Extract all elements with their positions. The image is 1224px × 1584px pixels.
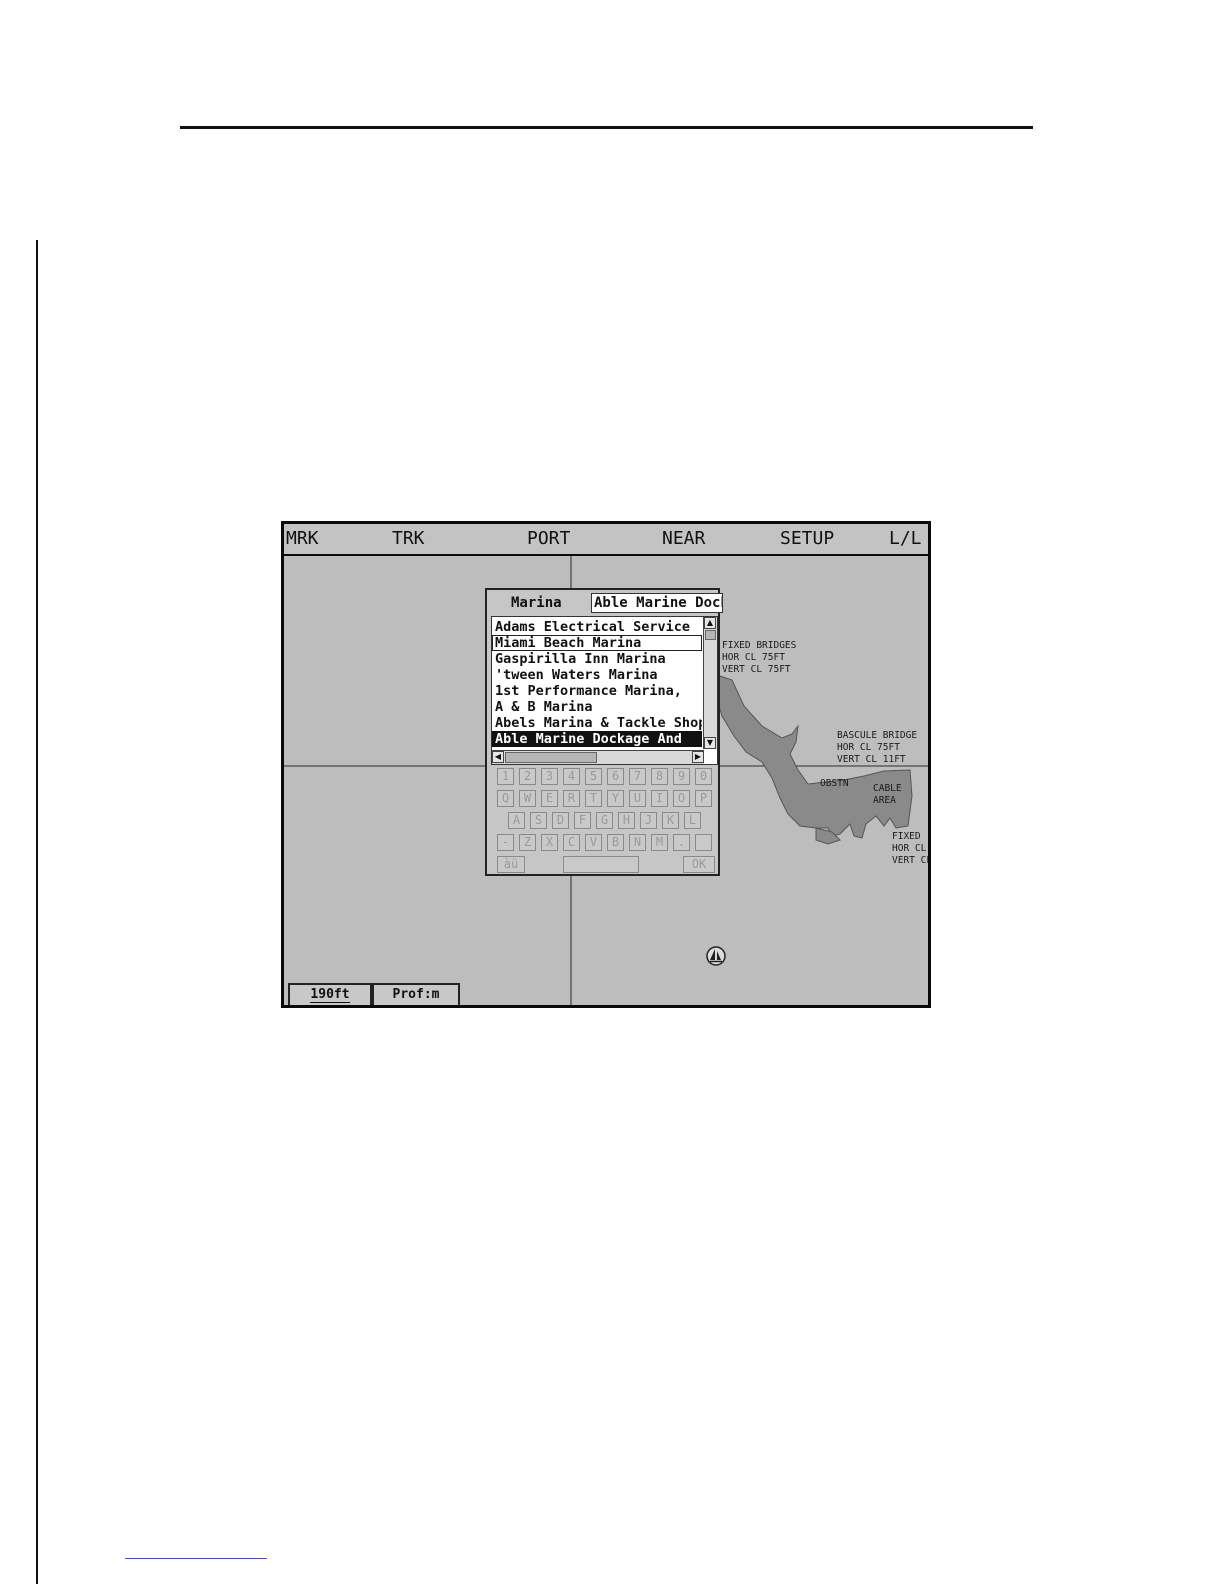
list-item[interactable]: Adams Electrical Service [492,619,702,635]
marina-list-items: Adams Electrical Service Miami Beach Mar… [492,619,702,747]
key-n[interactable]: N [629,834,646,851]
key-y[interactable]: Y [607,790,624,807]
list-item[interactable]: 'tween Waters Marina [492,667,702,683]
key-o[interactable]: O [673,790,690,807]
key-q[interactable]: Q [497,790,514,807]
key-f[interactable]: F [574,812,591,829]
key-0[interactable]: 0 [695,768,712,785]
header-rule [180,126,1033,129]
chart-map[interactable]: FIXED BRIDGES HOR CL 75FT VERT CL 75FT B… [284,556,928,1005]
key-9[interactable]: 9 [673,768,690,785]
key-r[interactable]: R [563,790,580,807]
arrow-down-icon[interactable]: ▼ [704,737,716,749]
map-label-bascule-bridge: BASCULE BRIDGE HOR CL 75FT VERT CL 11FT [837,730,918,765]
profile-indicator: Prof:m [372,983,460,1005]
map-label-fixed-bridges: FIXED BRIDGES HOR CL 75FT VERT CL 75FT [722,640,797,675]
arrow-up-icon[interactable]: ▲ [704,617,716,629]
key-3[interactable]: 3 [541,768,558,785]
key-v[interactable]: V [585,834,602,851]
arrow-left-icon[interactable]: ◀ [492,751,504,763]
key-h[interactable]: H [618,812,635,829]
ok-button[interactable]: OK [683,856,715,873]
key-m[interactable]: M [651,834,668,851]
list-item[interactable]: Abels Marina & Tackle Shop [492,715,702,731]
key-e[interactable]: E [541,790,558,807]
key-7[interactable]: 7 [629,768,646,785]
horizontal-scrollbar[interactable]: ◀ ▶ [492,750,704,764]
key-t[interactable]: T [585,790,602,807]
map-label-obstn: OBSTN [820,778,849,789]
menu-port[interactable]: PORT [527,528,570,550]
map-label-cable-area: CABLE AREA [873,783,902,806]
softkey-menu-bar: MRK TRK PORT NEAR SETUP L/L [284,524,928,556]
key-j[interactable]: J [640,812,657,829]
key-k[interactable]: K [662,812,679,829]
dialog-category-label: Marina [511,595,562,611]
key-blank[interactable] [695,834,712,851]
marina-name-input[interactable]: Able Marine Dockage And [591,593,723,613]
sailboat-icon[interactable] [706,946,726,966]
menu-trk[interactable]: TRK [392,528,425,550]
list-item[interactable]: Gaspirilla Inn Marina [492,651,702,667]
key-1[interactable]: 1 [497,768,514,785]
map-label-fixed-partial: FIXED HOR CL VERT CL [892,831,931,866]
list-item[interactable]: Miami Beach Marina [492,635,702,651]
key-dash[interactable]: - [497,834,514,851]
margin-rule [36,240,38,1584]
key-l[interactable]: L [684,812,701,829]
key-z[interactable]: Z [519,834,536,851]
marina-list[interactable]: Adams Electrical Service Miami Beach Mar… [491,616,718,765]
key-8[interactable]: 8 [651,768,668,785]
chartplotter-screen: MRK TRK PORT NEAR SETUP L/L FIXED BRIDGE… [281,521,931,1008]
key-i[interactable]: I [651,790,668,807]
key-g[interactable]: G [596,812,613,829]
arrow-right-icon[interactable]: ▶ [692,751,704,763]
key-w[interactable]: W [519,790,536,807]
vertical-scroll-thumb[interactable] [705,630,716,640]
vertical-scrollbar[interactable]: ▲ ▼ [703,617,717,749]
key-4[interactable]: 4 [563,768,580,785]
list-item-selected[interactable]: Able Marine Dockage And [492,731,702,747]
scale-indicator: 190ft [288,983,372,1005]
footnote-rule [125,1558,267,1559]
menu-near[interactable]: NEAR [662,528,705,550]
accent-key[interactable]: àü [497,856,525,873]
list-item[interactable]: 1st Performance Marina, [492,683,702,699]
key-period[interactable]: . [673,834,690,851]
key-2[interactable]: 2 [519,768,536,785]
key-x[interactable]: X [541,834,558,851]
key-d[interactable]: D [552,812,569,829]
list-item[interactable]: A & B Marina [492,699,702,715]
key-u[interactable]: U [629,790,646,807]
key-b[interactable]: B [607,834,624,851]
marina-search-dialog: Marina Able Marine Dockage And Adams Ele… [485,588,723,876]
key-5[interactable]: 5 [585,768,602,785]
key-6[interactable]: 6 [607,768,624,785]
menu-mrk[interactable]: MRK [286,528,319,550]
horizontal-scroll-thumb[interactable] [505,752,597,763]
key-c[interactable]: C [563,834,580,851]
key-p[interactable]: P [695,790,712,807]
menu-setup[interactable]: SETUP [780,528,834,550]
key-a[interactable]: A [508,812,525,829]
on-screen-keyboard: 1 2 3 4 5 6 7 8 9 0 Q W E R T Y U I O P [495,768,715,876]
space-key[interactable] [563,856,639,873]
menu-ll[interactable]: L/L [889,528,922,550]
key-s[interactable]: S [530,812,547,829]
